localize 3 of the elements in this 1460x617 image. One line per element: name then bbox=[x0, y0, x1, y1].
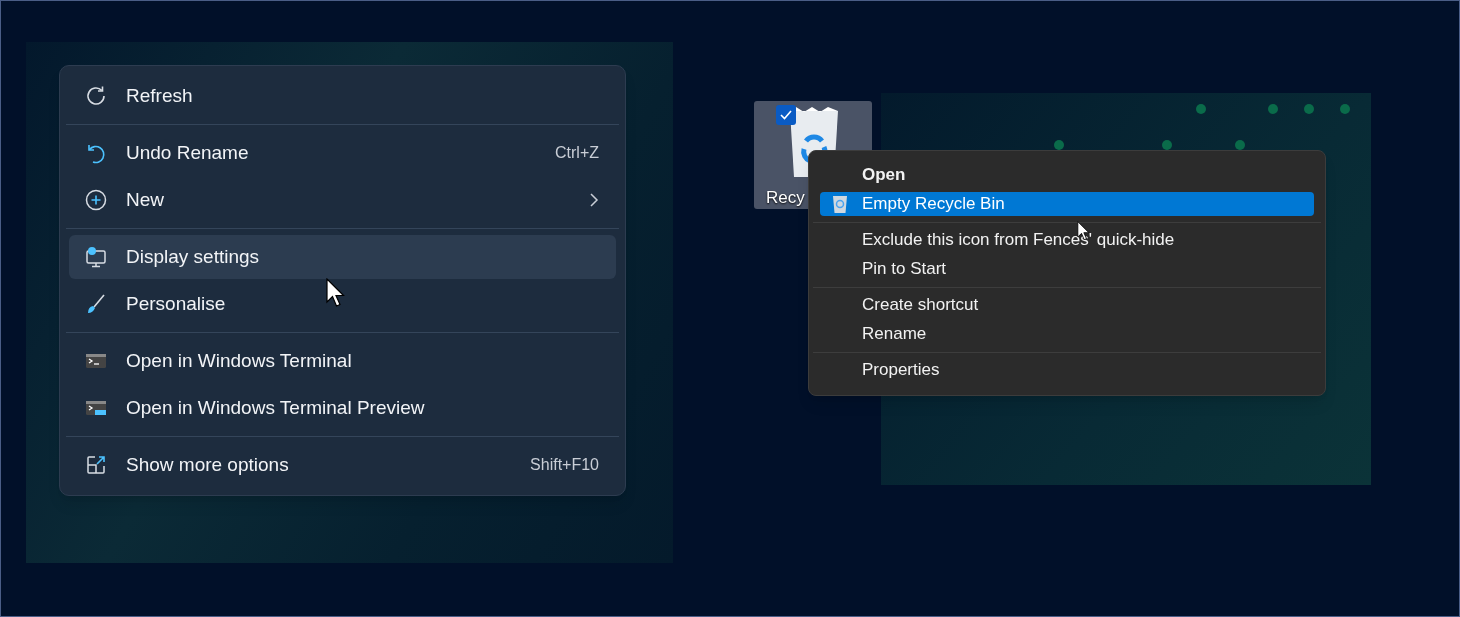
icon-label: Recy bbox=[766, 187, 805, 209]
shortcut-text: Shift+F10 bbox=[530, 455, 599, 475]
shortcut-text: Ctrl+Z bbox=[555, 143, 599, 163]
